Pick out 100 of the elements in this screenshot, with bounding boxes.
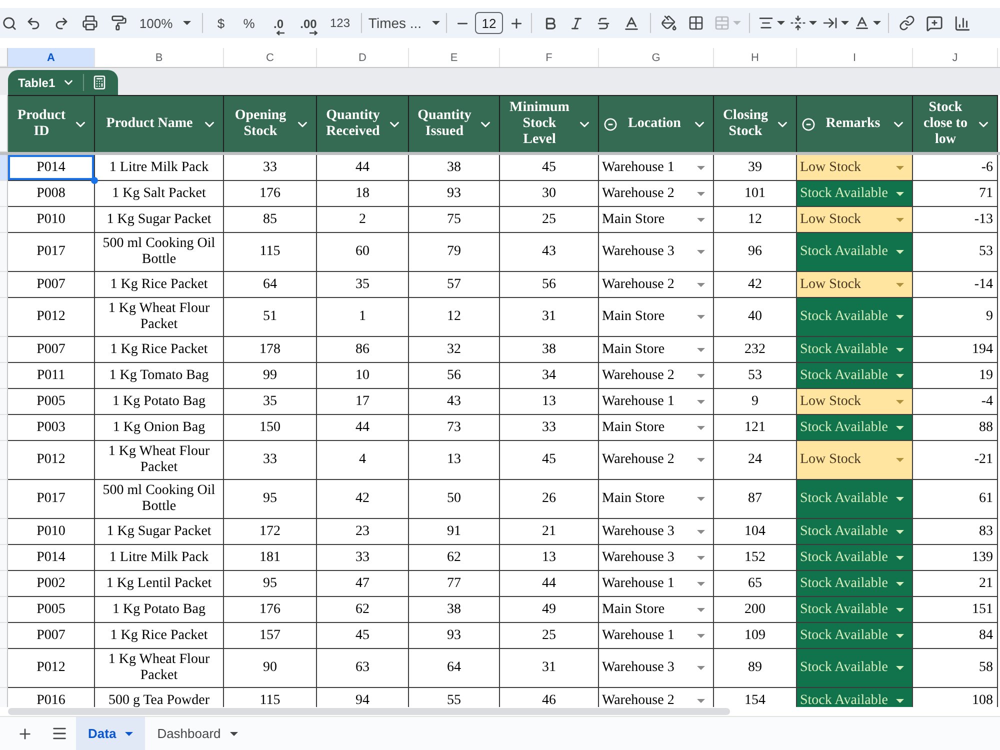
arrows-to-line-icon[interactable] [790, 15, 806, 31]
location-dropdown[interactable]: Warehouse 3 [599, 519, 714, 545]
status-dropdown[interactable]: Stock Available [797, 688, 913, 707]
percent-button[interactable]: % [235, 10, 263, 36]
circle-minus-icon [802, 118, 815, 130]
search-icon[interactable] [2, 16, 16, 30]
status-dropdown[interactable]: Stock Available [797, 363, 913, 389]
dropdown-caret-icon [896, 374, 904, 378]
table-cell: 121 [714, 415, 797, 441]
location-dropdown[interactable]: Main Store [599, 415, 714, 441]
location-dropdown[interactable]: Warehouse 1 [599, 623, 714, 649]
location-dropdown[interactable]: Warehouse 2 [599, 363, 714, 389]
table-cell: 65 [714, 571, 797, 597]
table-cell: 44 [500, 571, 599, 597]
decrease-decimals-button[interactable]: .0 [265, 10, 293, 36]
table-cell: 1 Litre Milk Pack [95, 545, 224, 571]
status-dropdown[interactable]: Stock Available [797, 519, 913, 545]
status-dropdown[interactable]: Stock Available [797, 545, 913, 571]
italic-icon[interactable] [568, 16, 584, 30]
column-title: Minimum Stock Level [508, 100, 570, 148]
plus-icon[interactable] [508, 16, 524, 30]
arrow-to-bar-icon[interactable] [822, 15, 838, 31]
font-dropdown[interactable]: Times ... [368, 10, 440, 36]
status-dropdown[interactable]: Stock Available [797, 623, 913, 649]
status-dropdown[interactable]: Stock Available [797, 298, 913, 337]
redo-icon[interactable] [54, 16, 68, 30]
location-dropdown[interactable]: Warehouse 3 [599, 545, 714, 571]
align-center-icon[interactable] [758, 15, 774, 31]
table-cell: P012 [8, 441, 95, 480]
location-dropdown[interactable]: Warehouse 1 [599, 389, 714, 415]
scrollbar-thumb[interactable] [8, 708, 730, 715]
number-format-button[interactable]: 123 [325, 10, 355, 36]
bar-chart-icon[interactable] [954, 14, 970, 32]
status-dropdown[interactable]: Stock Available [797, 597, 913, 623]
dropdown-caret-icon [697, 400, 705, 404]
dropdown-caret-icon [697, 348, 705, 352]
table-cell: 99 [224, 363, 317, 389]
paint-bucket-icon[interactable] [661, 15, 677, 31]
status-dropdown[interactable]: Low Stock [797, 441, 913, 480]
status-dropdown[interactable]: Stock Available [797, 571, 913, 597]
comment-plus-icon[interactable] [926, 14, 942, 32]
sheet-tab[interactable]: Dashboard [145, 717, 250, 750]
letter-a-underline-icon[interactable] [854, 15, 870, 31]
link-icon[interactable] [899, 15, 915, 31]
location-dropdown[interactable]: Main Store [599, 207, 714, 233]
status-dropdown[interactable]: Low Stock [797, 272, 913, 298]
location-dropdown[interactable]: Warehouse 1 [599, 571, 714, 597]
status-dropdown[interactable]: Stock Available [797, 415, 913, 441]
increase-decimals-button[interactable]: .00 [295, 10, 323, 36]
table-cell: 53 [913, 233, 998, 272]
status-dropdown[interactable]: Low Stock [797, 207, 913, 233]
status-dropdown[interactable]: Low Stock [797, 155, 913, 181]
table-cell: 33 [500, 415, 599, 441]
zoom-dropdown[interactable]: 100% [134, 10, 196, 36]
table-name-button[interactable]: Table1 [8, 74, 84, 91]
dropdown-caret-icon [697, 315, 705, 319]
table-cell: P007 [8, 623, 95, 649]
font-size-field[interactable]: 12 [475, 12, 503, 34]
table-cell: 1 Kg Sugar Packet [95, 519, 224, 545]
table-cell: 172 [224, 519, 317, 545]
location-dropdown[interactable]: Warehouse 3 [599, 233, 714, 272]
printer-icon[interactable] [82, 15, 98, 31]
table-cell: P007 [8, 272, 95, 298]
undo-icon[interactable] [26, 16, 40, 30]
paint-roller-icon[interactable] [111, 15, 127, 31]
status-dropdown[interactable]: Stock Available [797, 337, 913, 363]
location-dropdown[interactable]: Main Store [599, 298, 714, 337]
menu-icon[interactable] [50, 725, 68, 742]
location-dropdown[interactable]: Warehouse 2 [599, 441, 714, 480]
dropdown-caret-icon [896, 282, 904, 286]
column-letter[interactable]: A [8, 48, 95, 67]
location-dropdown[interactable]: Main Store [599, 597, 714, 623]
table-cell: 25 [500, 623, 599, 649]
location-dropdown[interactable]: Main Store [599, 480, 714, 519]
strikethrough-icon[interactable] [596, 16, 610, 30]
status-dropdown[interactable]: Stock Available [797, 181, 913, 207]
location-dropdown[interactable]: Main Store [599, 337, 714, 363]
column-title: Opening Stock [234, 108, 288, 140]
calculator-icon[interactable] [92, 75, 108, 90]
location-dropdown[interactable]: Warehouse 2 [599, 272, 714, 298]
add-sheet-icon[interactable] [17, 726, 33, 742]
status-dropdown[interactable]: Stock Available [797, 480, 913, 519]
table-cell: 1 Kg Rice Packet [95, 337, 224, 363]
status-dropdown[interactable]: Stock Available [797, 233, 913, 272]
table-cell: 43 [409, 389, 500, 415]
location-dropdown[interactable]: Warehouse 2 [599, 181, 714, 207]
table-cell: 35 [317, 272, 409, 298]
grid-icon[interactable] [688, 15, 704, 31]
location-dropdown[interactable]: Warehouse 2 [599, 688, 714, 707]
sheet-tab[interactable]: Data [76, 717, 146, 750]
location-dropdown[interactable]: Warehouse 1 [599, 155, 714, 181]
table-cell: 45 [317, 623, 409, 649]
table-cell: 43 [500, 233, 599, 272]
status-dropdown[interactable]: Low Stock [797, 389, 913, 415]
status-dropdown[interactable]: Stock Available [797, 649, 913, 688]
location-dropdown[interactable]: Warehouse 3 [599, 649, 714, 688]
selection-handle-icon[interactable] [91, 177, 98, 184]
currency-button[interactable]: $ [209, 10, 233, 36]
letter-a-underline-icon[interactable] [622, 14, 640, 32]
table-cell: P012 [8, 298, 95, 337]
